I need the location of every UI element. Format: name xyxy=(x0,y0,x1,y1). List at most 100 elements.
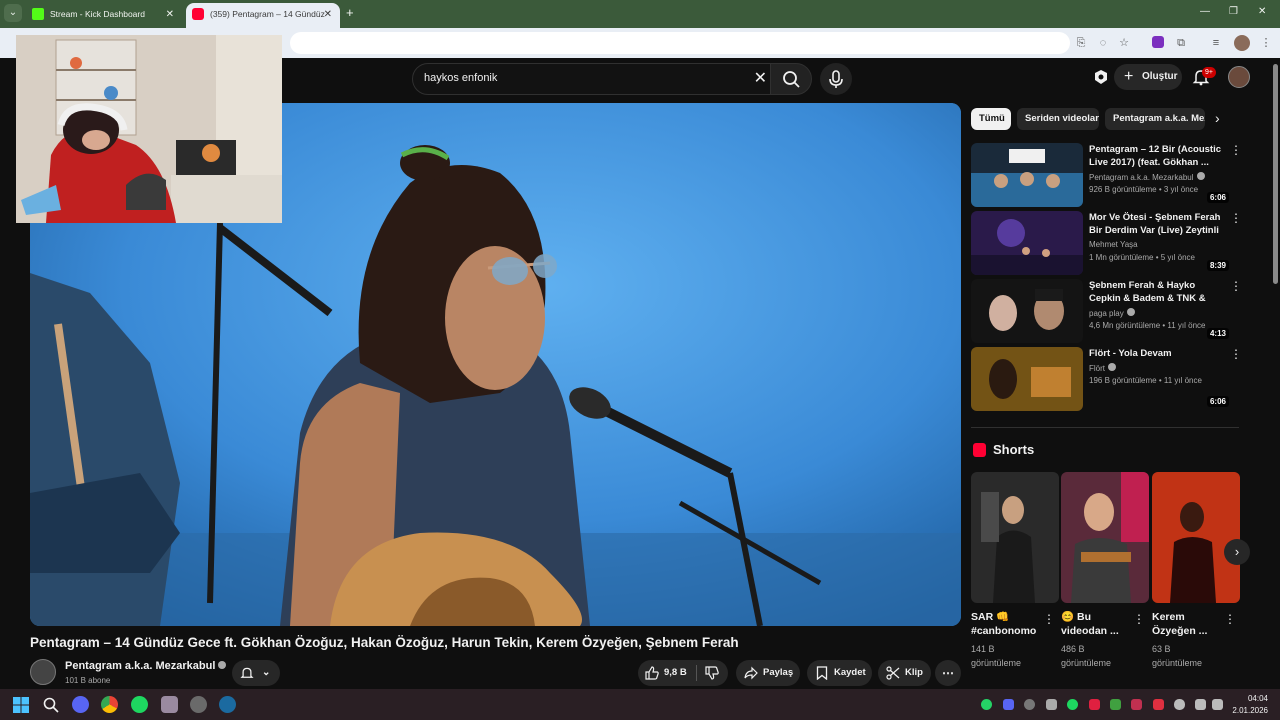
obs-tray-icon[interactable] xyxy=(1024,699,1035,710)
taskbar-clock[interactable]: 04:04 2.01.2026 xyxy=(1232,693,1268,717)
cast-icon[interactable] xyxy=(1092,68,1110,86)
search-button[interactable] xyxy=(770,63,812,95)
clear-search-icon[interactable]: ✕ xyxy=(754,68,767,88)
channel-name[interactable]: Pentagram a.k.a. Mezarkabul xyxy=(65,660,227,672)
recommendation-item[interactable]: 4:13 Şebnem Ferah & Hayko Cepkin & Badem… xyxy=(971,279,1242,343)
search-icon xyxy=(783,71,800,88)
tab-search-menu-icon[interactable]: ⌄ xyxy=(4,4,22,22)
tray-app-icon[interactable] xyxy=(1089,699,1100,710)
verified-badge-icon xyxy=(1126,308,1135,316)
chip-channel[interactable]: Pentagram a.k.a. Mezarkabul xyxy=(1105,108,1205,130)
tab-close-icon[interactable]: ✕ xyxy=(166,3,174,26)
browser-tab-youtube[interactable]: (359) Pentagram – 14 Gündüz ✕ xyxy=(186,3,340,28)
recommendation-item[interactable]: 6:06 Flört - Yola Devam Flört 196 B görü… xyxy=(971,347,1242,411)
more-options-icon[interactable]: ⋮ xyxy=(1224,612,1236,626)
app-icon[interactable] xyxy=(161,696,178,713)
steam-icon[interactable] xyxy=(219,696,236,713)
microphone-tray-icon[interactable] xyxy=(1174,699,1185,710)
browser-title-bar: ⌄ Stream - Kick Dashboard ✕ (359) Pentag… xyxy=(0,0,1280,28)
share-label: Paylaş xyxy=(763,667,794,678)
page-scrollbar[interactable] xyxy=(1271,58,1280,688)
network-tray-icon[interactable] xyxy=(1195,699,1206,710)
tray-app-icon[interactable] xyxy=(1046,699,1057,710)
channel-avatar[interactable] xyxy=(30,659,56,685)
thumbs-up-icon xyxy=(645,666,659,680)
notification-count-badge: 9+ xyxy=(1202,67,1216,78)
chevron-right-icon[interactable]: › xyxy=(1215,110,1220,126)
bookmark-star-icon[interactable]: ☆ xyxy=(1117,36,1131,50)
profile-avatar[interactable] xyxy=(1234,35,1250,51)
discord-icon[interactable] xyxy=(72,696,89,713)
eye-off-icon[interactable]: ◌ xyxy=(1096,36,1110,50)
short-thumbnail xyxy=(1152,472,1240,603)
kick-favicon-icon xyxy=(32,8,44,20)
taskbar-search-icon[interactable] xyxy=(43,697,59,713)
webcam-overlay xyxy=(16,35,282,223)
short-views: 141 B görüntüleme xyxy=(971,644,1022,668)
recommendation-meta: 196 B görüntüleme • 11 yıl önce xyxy=(1089,376,1202,385)
minimize-icon[interactable]: — xyxy=(1200,6,1210,17)
save-button[interactable]: Kaydet xyxy=(807,660,872,686)
tab-close-icon[interactable]: ✕ xyxy=(324,3,332,26)
windows-taskbar: 04:04 2.01.2026 xyxy=(0,689,1280,720)
webcam-frame xyxy=(16,35,282,223)
chrome-menu-icon[interactable]: ⋮ xyxy=(1259,36,1273,50)
subscriber-count: 101 B abone xyxy=(65,676,111,685)
verified-badge-icon xyxy=(1196,172,1205,180)
youtube-favicon-icon xyxy=(192,8,204,20)
short-thumbnail xyxy=(971,472,1059,603)
spotify-icon[interactable] xyxy=(131,696,148,713)
whatsapp-tray-icon[interactable] xyxy=(981,699,992,710)
shorts-next-button[interactable]: › xyxy=(1224,539,1250,565)
tray-app-icon[interactable] xyxy=(1131,699,1142,710)
chrome-icon[interactable] xyxy=(101,696,118,713)
chip-series-videos[interactable]: Seriden videolar xyxy=(1017,108,1099,130)
tab-title: (359) Pentagram – 14 Gündüz xyxy=(210,9,325,19)
more-actions-button[interactable]: ⋯ xyxy=(935,660,961,686)
address-bar[interactable] xyxy=(290,32,1070,54)
extensions-puzzle-icon[interactable]: ⧉ xyxy=(1174,36,1188,50)
search-input[interactable]: haykos enfonik xyxy=(424,72,497,84)
more-options-icon[interactable]: ⋮ xyxy=(1230,347,1242,361)
tray-app-icon[interactable] xyxy=(1153,699,1164,710)
browser-tab-kick[interactable]: Stream - Kick Dashboard ✕ xyxy=(26,3,182,28)
recommendation-item[interactable]: 8:39 Mor Ve Ötesi - Şebnem Ferah Bir Der… xyxy=(971,211,1242,275)
like-button[interactable]: 9,8 B xyxy=(638,660,696,686)
voice-search-button[interactable] xyxy=(820,63,852,95)
create-button[interactable]: + Oluştur xyxy=(1114,64,1182,90)
thumbs-down-icon[interactable] xyxy=(705,666,719,680)
restore-icon[interactable]: ❐ xyxy=(1229,6,1238,17)
recommendation-item[interactable]: 6:06 Pentagram – 12 Bir (Acoustic Live 2… xyxy=(971,143,1242,207)
clip-button[interactable]: Klip xyxy=(878,660,931,686)
like-divider xyxy=(696,665,697,681)
obs-icon[interactable] xyxy=(190,696,207,713)
subscription-bell-button[interactable]: ⌄ xyxy=(232,660,280,686)
more-options-icon[interactable]: ⋮ xyxy=(1133,612,1145,626)
media-control-icon[interactable]: ≡ xyxy=(1209,36,1223,50)
install-app-icon[interactable]: ⎘ xyxy=(1074,36,1088,50)
extension-icon[interactable] xyxy=(1152,36,1164,48)
window-close-icon[interactable]: ✕ xyxy=(1258,6,1266,17)
scrollbar-thumb[interactable] xyxy=(1273,64,1278,284)
video-thumbnail xyxy=(971,347,1083,411)
volume-tray-icon[interactable] xyxy=(1212,699,1223,710)
search-box[interactable]: haykos enfonik ✕ xyxy=(412,63,774,95)
short-item[interactable]: Kerem Özyeğen ... 63 B görüntüleme ⋮ xyxy=(1152,472,1240,670)
discord-tray-icon[interactable] xyxy=(1003,699,1014,710)
more-options-icon[interactable]: ⋮ xyxy=(1230,143,1242,157)
account-avatar[interactable] xyxy=(1228,66,1250,88)
recommendation-channel: Pentagram a.k.a. Mezarkabul xyxy=(1089,172,1205,182)
channel-name-text: Pentagram a.k.a. Mezarkabul xyxy=(65,660,216,672)
share-button[interactable]: Paylaş xyxy=(736,660,800,686)
more-options-icon[interactable]: ⋮ xyxy=(1230,211,1242,225)
short-item[interactable]: 😊 Bu videodan ... 486 B görüntüleme ⋮ xyxy=(1061,472,1149,670)
short-item[interactable]: SAR 👊 #canbonomo 141 B görüntüleme ⋮ xyxy=(971,472,1059,670)
new-tab-button[interactable]: + xyxy=(346,5,354,20)
tray-app-icon[interactable] xyxy=(1110,699,1121,710)
chip-all[interactable]: Tümü xyxy=(971,108,1011,130)
spotify-tray-icon[interactable] xyxy=(1067,699,1078,710)
more-options-icon[interactable]: ⋮ xyxy=(1043,612,1055,626)
video-thumbnail xyxy=(971,143,1083,207)
windows-start-icon[interactable] xyxy=(13,697,29,713)
more-options-icon[interactable]: ⋮ xyxy=(1230,279,1242,293)
